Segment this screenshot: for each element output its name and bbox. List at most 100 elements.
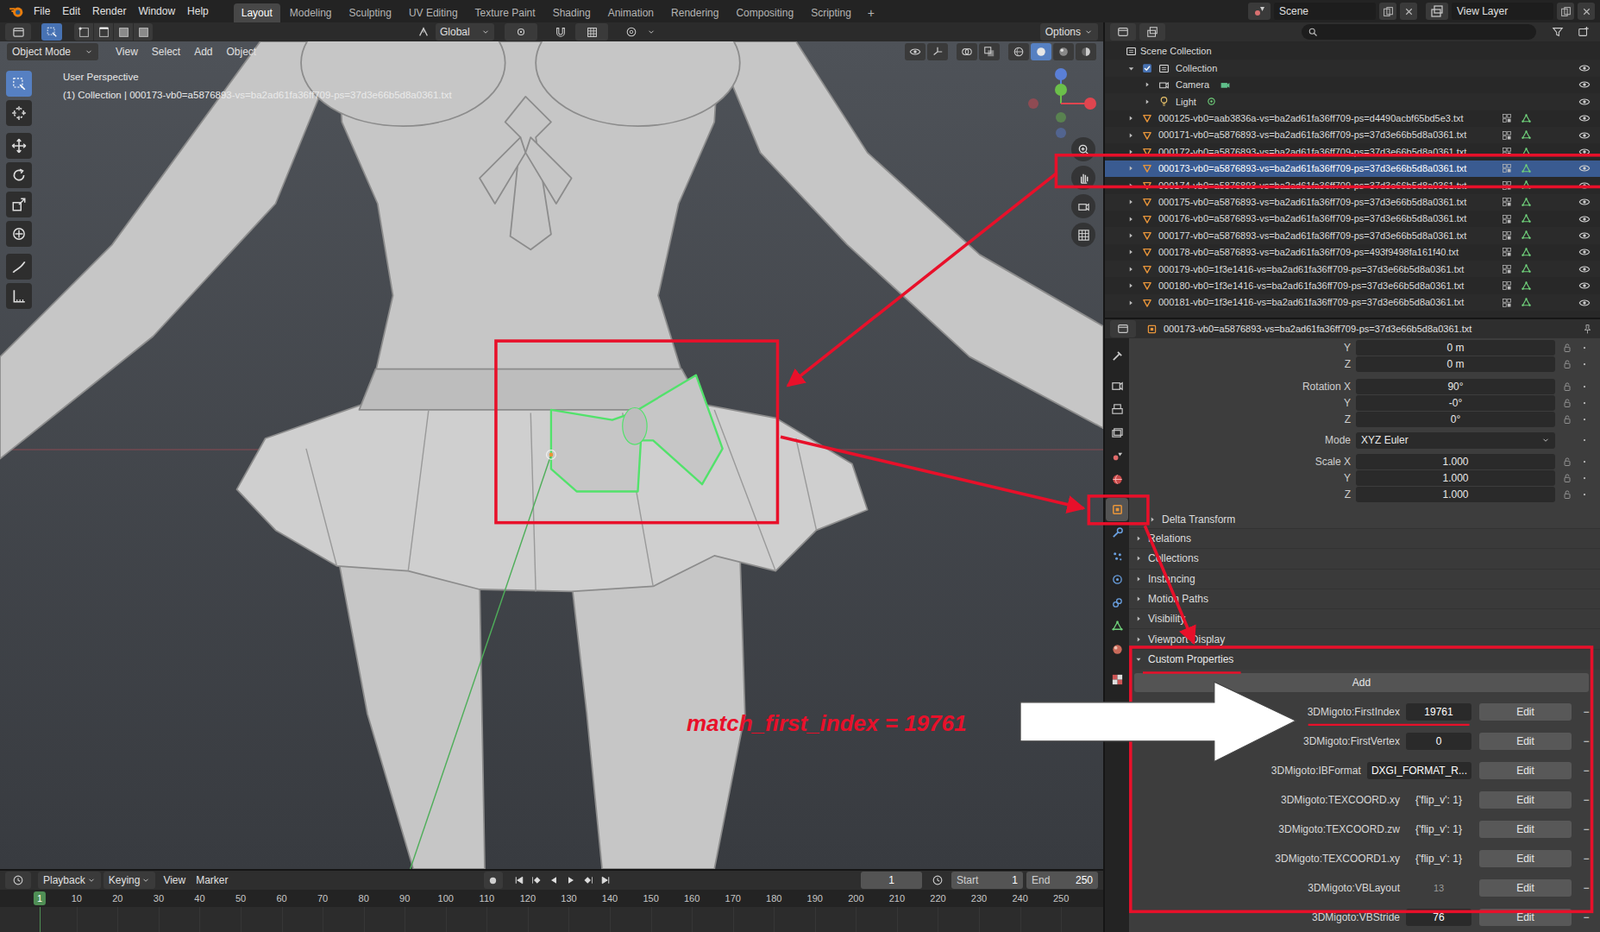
menu-item[interactable]: Help: [181, 1, 215, 21]
frame-ruler[interactable]: 1102030405060708090100110120130140150160…: [0, 889, 1104, 907]
lock-icon[interactable]: [1560, 470, 1575, 485]
expand-icon[interactable]: [1134, 574, 1143, 584]
workspace-tab[interactable]: Layout: [233, 3, 281, 23]
select-mode-icon[interactable]: [94, 23, 113, 41]
edit-property-button[interactable]: Edit: [1479, 702, 1572, 721]
outliner-row[interactable]: 000180-vb0=1f3e1416-vs=ba2ad61fa36ff709-…: [1104, 276, 1600, 294]
material-preview-icon[interactable]: [1053, 43, 1074, 61]
play-reverse-icon[interactable]: [545, 871, 562, 889]
outliner-row[interactable]: 000176-vb0=a5876893-vs=ba2ad61fa36ff709-…: [1104, 210, 1600, 227]
navigation-gizmo[interactable]: [1021, 63, 1101, 144]
keyframe-dot-icon[interactable]: [1579, 342, 1590, 353]
annotate-icon[interactable]: [6, 253, 32, 280]
expand-icon[interactable]: [1134, 634, 1143, 644]
camera-data-icon[interactable]: [1217, 77, 1232, 92]
workspace-tab[interactable]: Modeling: [282, 3, 340, 23]
select-mode-icon[interactable]: [74, 23, 94, 41]
add-property-button[interactable]: Add: [1134, 672, 1589, 692]
panel-header[interactable]: Relations: [1129, 528, 1600, 549]
vertex-groups-icon[interactable]: [1499, 228, 1514, 243]
remove-property-button[interactable]: −: [1579, 850, 1594, 866]
expand-icon[interactable]: [1140, 77, 1155, 92]
edit-property-button[interactable]: Edit: [1479, 761, 1572, 779]
panel-header[interactable]: Motion Paths: [1129, 589, 1600, 609]
move-icon[interactable]: [6, 132, 32, 159]
workspace-tab[interactable]: UV Editing: [401, 3, 466, 23]
eye-icon[interactable]: [1577, 212, 1592, 226]
panel-header[interactable]: Collections: [1129, 548, 1600, 569]
editor-type-icon[interactable]: [5, 23, 32, 41]
viewport-render[interactable]: [0, 41, 1104, 869]
current-frame-field[interactable]: 1: [860, 871, 923, 889]
exclude-checkbox-icon[interactable]: [1140, 61, 1155, 76]
timeline-menu-item[interactable]: Keying: [103, 871, 157, 889]
camera-view-icon[interactable]: [1071, 194, 1096, 219]
editor-type-icon[interactable]: [1110, 320, 1136, 338]
number-field[interactable]: 90°: [1355, 378, 1556, 395]
mode-dropdown[interactable]: XYZ Euler: [1355, 432, 1556, 449]
lock-icon[interactable]: [1560, 357, 1575, 371]
property-value[interactable]: 0: [1405, 732, 1472, 750]
outliner-row[interactable]: 000178-vb0=a5876893-vs=ba2ad61fa36ff709-…: [1104, 244, 1600, 261]
blender-logo-icon[interactable]: [6, 1, 26, 21]
vertex-groups-icon[interactable]: [1499, 244, 1514, 259]
lock-icon[interactable]: [1560, 340, 1575, 355]
number-field[interactable]: 0 m: [1355, 339, 1556, 356]
panel-header[interactable]: Custom Properties: [1129, 649, 1600, 670]
panel-header[interactable]: Viewport Display: [1129, 628, 1600, 649]
outliner-row[interactable]: 000125-vb0=aab3836a-vs=ba2ad61fa36ff709-…: [1104, 110, 1600, 127]
expand-icon[interactable]: [1123, 144, 1138, 159]
lock-icon[interactable]: [1560, 379, 1575, 394]
render-icon[interactable]: [1105, 374, 1129, 398]
orientation-icon[interactable]: [414, 23, 433, 41]
keyframe-dot-icon[interactable]: [1579, 434, 1590, 446]
snap-target-icon[interactable]: [575, 23, 609, 41]
vertex-groups-icon[interactable]: [1499, 128, 1514, 143]
filter-icon[interactable]: [1546, 23, 1569, 41]
outliner-row[interactable]: 000173-vb0=a5876893-vs=ba2ad61fa36ff709-…: [1104, 160, 1600, 177]
expand-icon[interactable]: [1123, 111, 1138, 126]
eye-icon[interactable]: [1577, 61, 1592, 76]
snap-icon[interactable]: [549, 23, 572, 41]
eye-icon[interactable]: [1577, 278, 1592, 293]
remove-property-button[interactable]: −: [1579, 821, 1594, 837]
menu-item[interactable]: Render: [86, 1, 132, 21]
timeline-track[interactable]: [0, 906, 1104, 932]
orientation-dropdown[interactable]: Global: [435, 23, 495, 41]
edit-property-button[interactable]: Edit: [1479, 849, 1572, 867]
ortho-grid-icon[interactable]: [1071, 222, 1096, 247]
expand-icon[interactable]: [1123, 278, 1138, 293]
eye-icon[interactable]: [1577, 295, 1592, 310]
play-icon[interactable]: [563, 871, 579, 889]
mesh-data-icon[interactable]: [1518, 262, 1533, 277]
expand-icon[interactable]: [1134, 553, 1143, 563]
overlay-icon[interactable]: [956, 43, 978, 61]
record-icon[interactable]: [483, 871, 503, 889]
viewport-menu-item[interactable]: Add: [187, 43, 220, 60]
expand-icon[interactable]: [1134, 654, 1143, 664]
outliner-row[interactable]: 000175-vb0=a5876893-vs=ba2ad61fa36ff709-…: [1104, 194, 1600, 211]
3d-viewport[interactable]: Object ModeViewSelectAddObjectUser Persp…: [0, 41, 1104, 869]
zoom-icon[interactable]: [1071, 137, 1096, 162]
scene-icon[interactable]: [1248, 2, 1271, 20]
add-workspace-button[interactable]: +: [860, 3, 882, 23]
eye-icon[interactable]: [1577, 111, 1592, 126]
view-layer-field[interactable]: View Layer: [1451, 2, 1554, 20]
number-field[interactable]: -0°: [1355, 395, 1556, 411]
workspace-tab[interactable]: Compositing: [727, 3, 802, 23]
outliner-row[interactable]: 000174-vb0=a5876893-vs=ba2ad61fa36ff709-…: [1104, 176, 1600, 194]
mesh-data-icon[interactable]: [1518, 128, 1533, 143]
lock-icon[interactable]: [1560, 395, 1575, 410]
eye-icon[interactable]: [1577, 194, 1592, 209]
lock-icon[interactable]: [1560, 487, 1575, 502]
timeline-menu-item[interactable]: Marker: [190, 872, 233, 888]
timeline-menu-item[interactable]: Playback: [37, 871, 101, 889]
view-layer-icon[interactable]: [1105, 420, 1129, 445]
mesh-data-icon[interactable]: [1518, 212, 1533, 226]
mesh-data-icon[interactable]: [1518, 178, 1533, 193]
expand-icon[interactable]: [1148, 514, 1157, 524]
property-value[interactable]: 19761: [1405, 702, 1472, 721]
panel-header[interactable]: Delta Transform: [1129, 509, 1600, 529]
constraints-icon[interactable]: [1105, 590, 1129, 615]
vertex-groups-icon[interactable]: [1499, 262, 1514, 277]
